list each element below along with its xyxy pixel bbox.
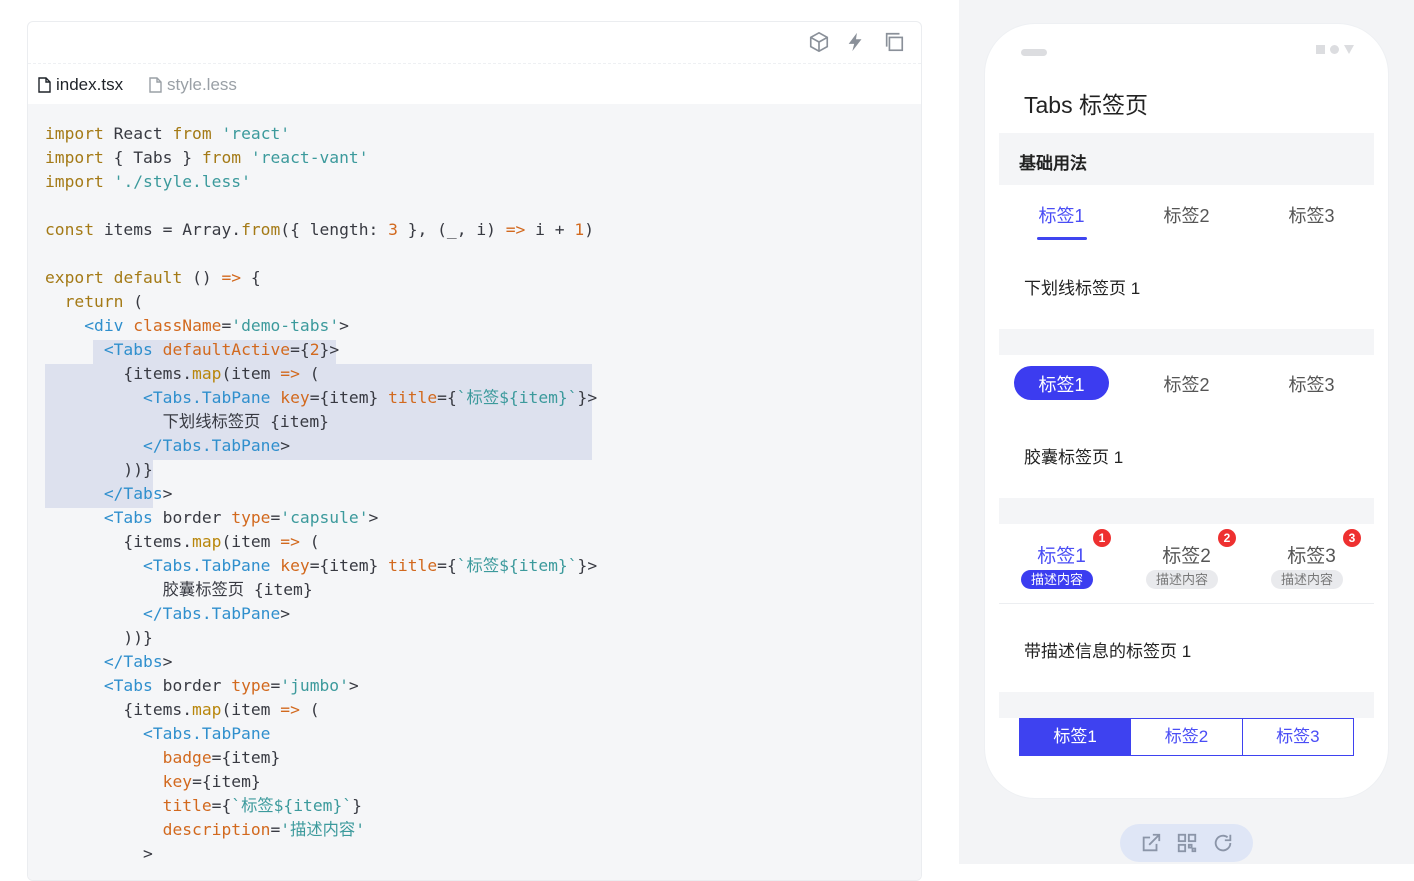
underline-tabs: 标签1 标签2 标签3 <box>999 202 1374 252</box>
status-bar-icons <box>1316 45 1354 54</box>
status-bar-pill <box>1021 49 1047 56</box>
file-icon <box>38 77 51 93</box>
segment-tab-1[interactable]: 标签1 <box>1020 719 1132 755</box>
battery-icon <box>1344 45 1354 54</box>
file-tab-style-less[interactable]: style.less <box>148 74 237 96</box>
section-header: 基础用法 <box>999 133 1374 185</box>
codesandbox-icon[interactable] <box>808 31 830 53</box>
segment-tab-3[interactable]: 标签3 <box>1243 719 1353 755</box>
tab-2[interactable]: 标签2 <box>1124 202 1249 228</box>
tab-1[interactable]: 标签1 <box>999 371 1124 397</box>
tab-1[interactable]: 标签1 <box>999 202 1124 228</box>
lightning-icon[interactable] <box>845 31 867 53</box>
tab-3[interactable]: 标签3 <box>1249 371 1374 397</box>
jumbo-tabs: 标签1 1 描述内容 标签2 2 描述内容 标签3 3 描述内容 <box>999 529 1374 599</box>
file-tab-label: index.tsx <box>56 75 124 94</box>
section-separator <box>999 498 1374 524</box>
section-separator <box>999 692 1374 718</box>
preview-actions-bar <box>1120 824 1253 862</box>
segmented-tabs: 标签1 标签2 标签3 <box>1019 718 1354 756</box>
code-toolbar <box>28 22 921 64</box>
tab-3[interactable]: 标签3 <box>1249 202 1374 228</box>
file-tab-label: style.less <box>167 75 237 94</box>
tab-pane-content: 胶囊标签页 1 <box>1024 448 1124 467</box>
source-code: import React from 'react' import { Tabs … <box>45 124 598 863</box>
tab-2[interactable]: 标签2 <box>1124 371 1249 397</box>
tab-badge: 1 <box>1093 529 1111 547</box>
page-title: Tabs 标签页 <box>1024 92 1148 118</box>
tab-badge: 3 <box>1343 529 1361 547</box>
refresh-icon[interactable] <box>1212 832 1234 854</box>
tab-description: 描述内容 <box>1271 570 1344 589</box>
divider <box>999 603 1374 604</box>
active-tab-underline <box>1037 237 1087 240</box>
tab-pane-content: 下划线标签页 1 <box>1024 279 1141 298</box>
wifi-icon <box>1330 45 1339 54</box>
qrcode-icon[interactable] <box>1176 832 1198 854</box>
copy-icon[interactable] <box>883 31 905 53</box>
segment-tab-2[interactable]: 标签2 <box>1131 719 1243 755</box>
file-tabs: index.tsx style.less <box>28 64 921 104</box>
signal-icon <box>1316 45 1325 54</box>
tab-description: 描述内容 <box>1146 570 1219 589</box>
file-tab-index-tsx[interactable]: index.tsx <box>37 74 123 96</box>
phone-frame: Tabs 标签页 基础用法 标签1 标签2 标签3 下划线标签页 1 标签1 标… <box>985 24 1388 798</box>
section-title: 基础用法 <box>1019 154 1087 173</box>
code-editor[interactable]: import React from 'react' import { Tabs … <box>28 104 921 880</box>
tab-pane-content: 带描述信息的标签页 1 <box>1024 642 1192 661</box>
code-card: index.tsx style.less import React from '… <box>27 21 922 881</box>
tab-description: 描述内容 <box>1021 570 1094 589</box>
capsule-tabs: 标签1 标签2 标签3 <box>999 365 1374 415</box>
file-icon <box>149 77 162 93</box>
tab-badge: 2 <box>1218 529 1236 547</box>
section-separator <box>999 329 1374 355</box>
open-external-icon[interactable] <box>1140 832 1162 854</box>
